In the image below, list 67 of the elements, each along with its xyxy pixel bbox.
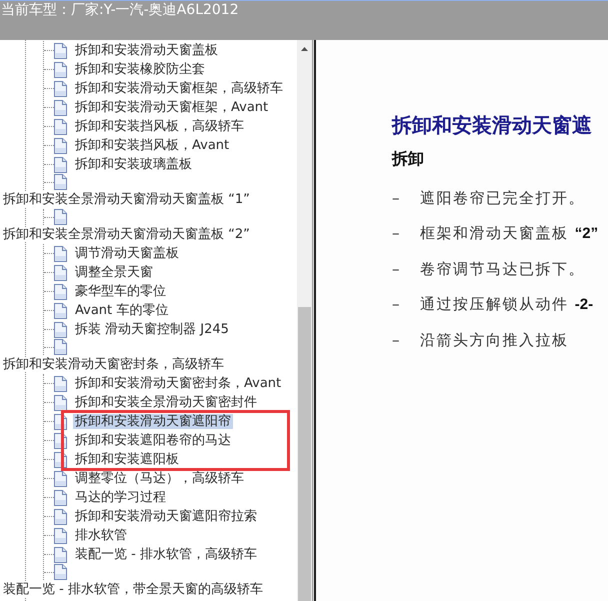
document-icon[interactable] [54,246,67,262]
tree-item[interactable]: 拆卸和安装滑动天窗框架，Avant [73,100,270,115]
step-text: 卷帘调节马达已拆下。 [420,259,585,279]
document-icon[interactable] [54,138,67,154]
up-arrow-icon [301,46,308,50]
tree-item[interactable]: 调整零位（马达），高级轿车 [73,471,246,486]
tree-item[interactable]: 拆卸和安装全景滑动天窗滑动天窗盖板 “1” [2,192,251,207]
document-icon[interactable] [54,508,67,524]
tree-item[interactable]: 拆卸和安装橡胶防尘套 [73,62,207,77]
tree-item[interactable]: 拆卸和安装滑动天窗盖板 [73,43,220,58]
tree-item[interactable]: 拆卸和安装全景滑动天窗滑动天窗盖板 “2” [2,227,251,242]
document-icon[interactable] [54,118,67,134]
tree-item[interactable]: 拆卸和安装滑动天窗密封条，高级轿车 [2,357,225,372]
tree-item[interactable]: 拆卸和安装挡风板，高级轿车 [73,119,246,134]
tree-item[interactable]: 调整全景天窗 [73,265,155,280]
model-value: 厂家:Y-一汽-奥迪A6L2012 [71,2,239,19]
scrollbar-track[interactable] [297,40,312,601]
tree-item[interactable]: 调节滑动天窗盖板 [73,246,181,261]
list-dash: – [392,294,400,315]
pane-splitter[interactable] [312,40,316,601]
tree-item[interactable]: 排水软管 [73,528,129,543]
tree-item[interactable]: 拆卸和安装滑动天窗框架，高级轿车 [73,81,285,96]
document-title: 拆卸和安装滑动天窗遮 [392,113,593,137]
step-text: 沿箭头方向推入拉板 [420,330,568,350]
document-icon[interactable] [54,42,67,58]
document-icon[interactable] [54,528,67,544]
step-text: 通过按压解锁从动件 -2- [420,294,594,315]
step-text: 框架和滑动天窗盖板 “2” [420,223,598,244]
tree-item[interactable]: 装配一览 - 排水软管，带全景天窗的高级轿车 [2,582,264,597]
tree-item[interactable]: 拆卸和安装遮阳板 [73,452,181,467]
tree-item[interactable]: 拆卸和安装挡风板，Avant [73,138,232,153]
tree-item[interactable]: Avant 车的零位 [73,303,170,318]
document-icon[interactable] [54,62,67,78]
document-icon[interactable] [54,302,67,318]
document-icon[interactable] [54,376,67,392]
document-icon[interactable] [54,284,67,300]
tree-item[interactable]: 拆卸和安装玻璃盖板 [73,157,194,172]
list-dash: – [392,330,400,350]
model-label: 当前车型： [1,2,71,19]
document-icon[interactable] [54,322,67,338]
list-dash: – [392,223,400,244]
tree-item[interactable]: 拆装 滑动天窗控制器 J245 [73,322,231,337]
document-icon[interactable] [54,490,67,506]
tree-item[interactable]: 拆卸和安装遮阳卷帘的马达 [73,433,233,448]
document-icon[interactable] [54,80,67,96]
document-icon[interactable] [54,264,67,280]
scrollbar-thumb[interactable] [298,307,311,601]
document-icon[interactable] [54,564,67,580]
document-icon[interactable] [54,100,67,116]
step-text: 遮阳卷帘已完全打开。 [420,188,585,208]
document-icon[interactable] [54,174,67,190]
list-dash: – [392,259,400,279]
document-icon[interactable] [54,546,67,562]
document-icon[interactable] [54,339,67,355]
tree-item[interactable]: 拆卸和安装滑动天窗遮阳帘 [73,414,233,429]
list-dash: – [392,188,400,208]
document-icon[interactable] [54,156,67,172]
document-icon[interactable] [54,209,67,225]
tree-item[interactable]: 装配一览 - 排水软管，高级轿车 [73,547,259,562]
tree-item[interactable]: 拆卸和安装滑动天窗密封条，Avant [73,376,284,391]
tree-item[interactable]: 拆卸和安装滑动天窗遮阳帘拉索 [73,509,259,524]
document-icon[interactable] [54,394,67,410]
tree-item[interactable]: 豪华型车的零位 [73,284,168,299]
section-heading: 拆卸 [392,149,425,169]
document-icon[interactable] [54,470,67,486]
tree-item[interactable]: 马达的学习过程 [73,490,168,505]
tree-item[interactable]: 拆卸和安装全景滑动天窗密封件 [73,395,259,410]
